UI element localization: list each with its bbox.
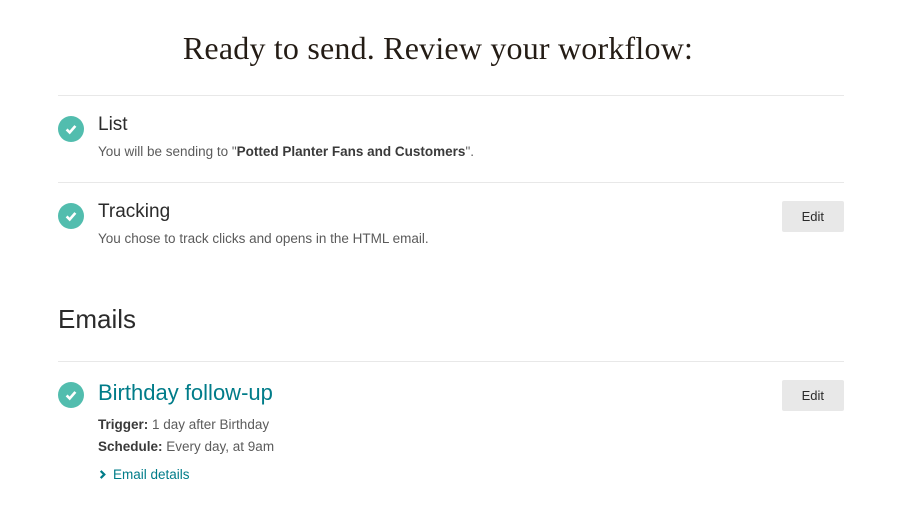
email-body: Birthday follow-up Trigger: 1 day after … bbox=[98, 380, 770, 485]
tracking-desc: You chose to track clicks and opens in t… bbox=[98, 229, 770, 249]
check-icon bbox=[58, 116, 84, 142]
email-details-label: Email details bbox=[113, 467, 190, 482]
tracking-heading: Tracking bbox=[98, 201, 770, 223]
list-desc-bold: Potted Planter Fans and Customers bbox=[237, 144, 466, 159]
list-desc: You will be sending to "Potted Planter F… bbox=[98, 142, 844, 162]
list-desc-prefix: You will be sending to " bbox=[98, 144, 237, 159]
email-edit-button[interactable]: Edit bbox=[782, 380, 844, 411]
list-section-body: List You will be sending to "Potted Plan… bbox=[98, 114, 844, 162]
check-icon bbox=[58, 382, 84, 408]
check-icon bbox=[58, 203, 84, 229]
trigger-value: 1 day after Birthday bbox=[148, 417, 269, 432]
schedule-value: Every day, at 9am bbox=[163, 439, 275, 454]
page-title: Ready to send. Review your workflow: bbox=[32, 30, 844, 67]
list-desc-suffix: ". bbox=[465, 144, 474, 159]
list-section: List You will be sending to "Potted Plan… bbox=[32, 96, 844, 182]
emails-heading: Emails bbox=[58, 304, 844, 335]
email-item: Birthday follow-up Trigger: 1 day after … bbox=[32, 362, 844, 505]
email-schedule: Schedule: Every day, at 9am bbox=[98, 436, 770, 459]
trigger-label: Trigger: bbox=[98, 417, 148, 432]
tracking-section-body: Tracking You chose to track clicks and o… bbox=[98, 201, 770, 249]
tracking-edit-button[interactable]: Edit bbox=[782, 201, 844, 232]
email-title[interactable]: Birthday follow-up bbox=[98, 380, 770, 406]
schedule-label: Schedule: bbox=[98, 439, 163, 454]
list-heading: List bbox=[98, 114, 844, 136]
chevron-right-icon bbox=[98, 470, 107, 479]
email-trigger: Trigger: 1 day after Birthday bbox=[98, 414, 770, 437]
tracking-section: Tracking You chose to track clicks and o… bbox=[32, 183, 844, 269]
email-details-link[interactable]: Email details bbox=[98, 467, 190, 482]
